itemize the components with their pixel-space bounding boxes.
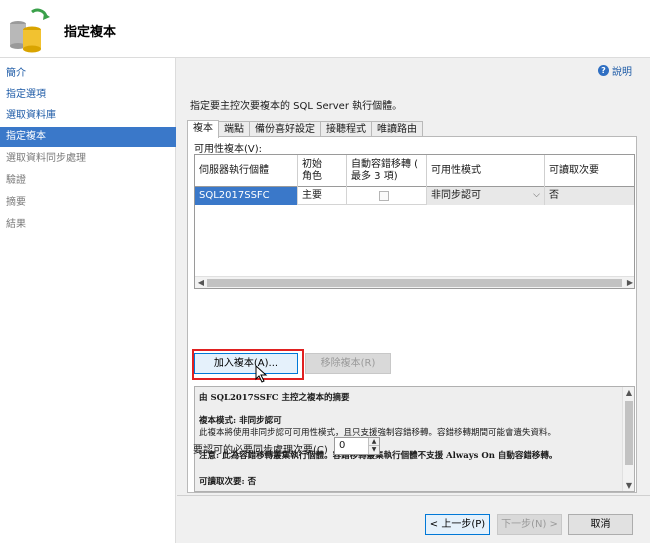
scroll-up-icon[interactable]: ▲ (623, 388, 634, 397)
database-replica-icon (10, 8, 50, 53)
sidebar-item-validation: 驗證 (6, 175, 26, 186)
column-header-auto-failover: 自動容錯移轉 ( 最多 3 項) (347, 155, 427, 187)
column-header-server: 伺服器執行個體 (195, 155, 298, 187)
scroll-down-icon[interactable]: ▼ (623, 481, 634, 490)
wizard-footer: < 上一步(P) 下一步(N) > 取消 (177, 495, 650, 543)
chevron-down-icon[interactable]: ⌵ (533, 187, 540, 204)
help-icon: ? (598, 65, 609, 76)
cell-readable-secondary[interactable]: 否 (545, 187, 634, 205)
auto-failover-checkbox[interactable] (379, 191, 389, 201)
required-sync-label: 要認可的必要同步處理次要(C) (193, 445, 328, 456)
cell-server[interactable]: SQL2017SSFC (195, 187, 298, 205)
column-header-readable-secondary: 可讀取次要 (549, 165, 599, 176)
available-replicas-label: 可用性複本(V): (194, 144, 263, 155)
replica-summary-box: 由 SQL2017SSFC 主控之複本的摘要 複本模式: 非同步認可 此複本將使… (194, 386, 635, 492)
scroll-right-icon[interactable]: ▶ (624, 277, 634, 288)
column-header-availability-mode: 可用性模式 (427, 155, 545, 187)
required-sync-value[interactable]: 0 (339, 440, 345, 451)
tab-strip: 複本 端點 備份喜好設定 接聽程式 唯讀路由 (187, 120, 423, 138)
wizard-header: 指定複本 (0, 0, 650, 58)
help-label: 說明 (612, 67, 632, 78)
scroll-left-icon[interactable]: ◀ (195, 277, 207, 288)
scrollbar-thumb[interactable] (207, 279, 622, 287)
tab-replicas[interactable]: 複本 (187, 120, 219, 138)
cell-availability-mode[interactable]: 非同步認可 ⌵ (427, 187, 545, 205)
sidebar-item-intro[interactable]: 簡介 (0, 64, 176, 84)
cancel-button[interactable]: 取消 (568, 514, 633, 535)
help-link[interactable]: ? 說明 (598, 63, 632, 78)
sidebar-item-summary: 摘要 (6, 197, 26, 208)
remove-replica-button: 移除複本(R) (305, 353, 391, 374)
summary-title: 由 SQL2017SSFC 主控之複本的摘要 (199, 391, 350, 403)
wizard-sidebar: 簡介 指定選項 選取資料庫 指定複本 選取資料同步處理 驗證 摘要 結果 (0, 58, 176, 543)
column-header-role: 初始 角色 (298, 155, 347, 187)
summary-replica-mode: 複本模式: 非同步認可 (199, 414, 282, 426)
mouse-pointer-icon (255, 365, 268, 383)
main-content: ? 說明 指定要主控次要複本的 SQL Server 執行個體。 複本 端點 備… (177, 58, 650, 543)
grid-horizontal-scrollbar[interactable]: ◀ ▶ (195, 276, 634, 288)
page-title: 指定複本 (64, 25, 117, 40)
stepper-down-icon[interactable]: ▼ (368, 446, 379, 454)
summary-scrollbar-thumb[interactable] (625, 401, 633, 465)
required-sync-stepper[interactable]: 0 ▲ ▼ (334, 437, 380, 455)
availability-mode-value: 非同步認可 (431, 190, 481, 201)
summary-readable-secondary: 可讀取次要: 否 (199, 475, 256, 487)
grid-header: 伺服器執行個體 初始 角色 自動容錯移轉 ( 最多 3 項) 可用性模式 可讀取… (195, 155, 634, 187)
sidebar-item-select-databases[interactable]: 選取資料庫 (0, 106, 176, 126)
instruction-text: 指定要主控次要複本的 SQL Server 執行個體。 (190, 101, 403, 112)
table-row[interactable]: SQL2017SSFC 主要 非同步認可 ⌵ 否 (195, 187, 634, 205)
stepper-up-icon[interactable]: ▲ (368, 438, 379, 446)
sidebar-item-data-sync: 選取資料同步處理 (6, 153, 86, 164)
highlight-annotation-box (192, 349, 304, 380)
sidebar-item-options[interactable]: 指定選項 (0, 85, 176, 105)
cell-auto-failover (347, 187, 427, 205)
replicas-tab-panel: 可用性複本(V): 伺服器執行個體 初始 角色 自動容錯移轉 ( 最多 3 項)… (187, 136, 637, 493)
replicas-grid[interactable]: 伺服器執行個體 初始 角色 自動容錯移轉 ( 最多 3 項) 可用性模式 可讀取… (194, 154, 635, 289)
summary-title-text: 由 SQL2017SSFC 主控之複本的摘要 (199, 393, 350, 403)
sidebar-item-results: 結果 (6, 219, 26, 230)
summary-vertical-scrollbar[interactable]: ▲ ▼ (622, 387, 634, 491)
cell-role: 主要 (298, 187, 347, 205)
previous-button[interactable]: < 上一步(P) (425, 514, 490, 535)
sidebar-item-specify-replicas[interactable]: 指定複本 (0, 127, 176, 147)
summary-readable-secondary-text: 可讀取次要: 否 (199, 477, 257, 487)
next-button: 下一步(N) > (497, 514, 562, 535)
summary-replica-mode-text: 複本模式: 非同步認可 (199, 416, 282, 426)
